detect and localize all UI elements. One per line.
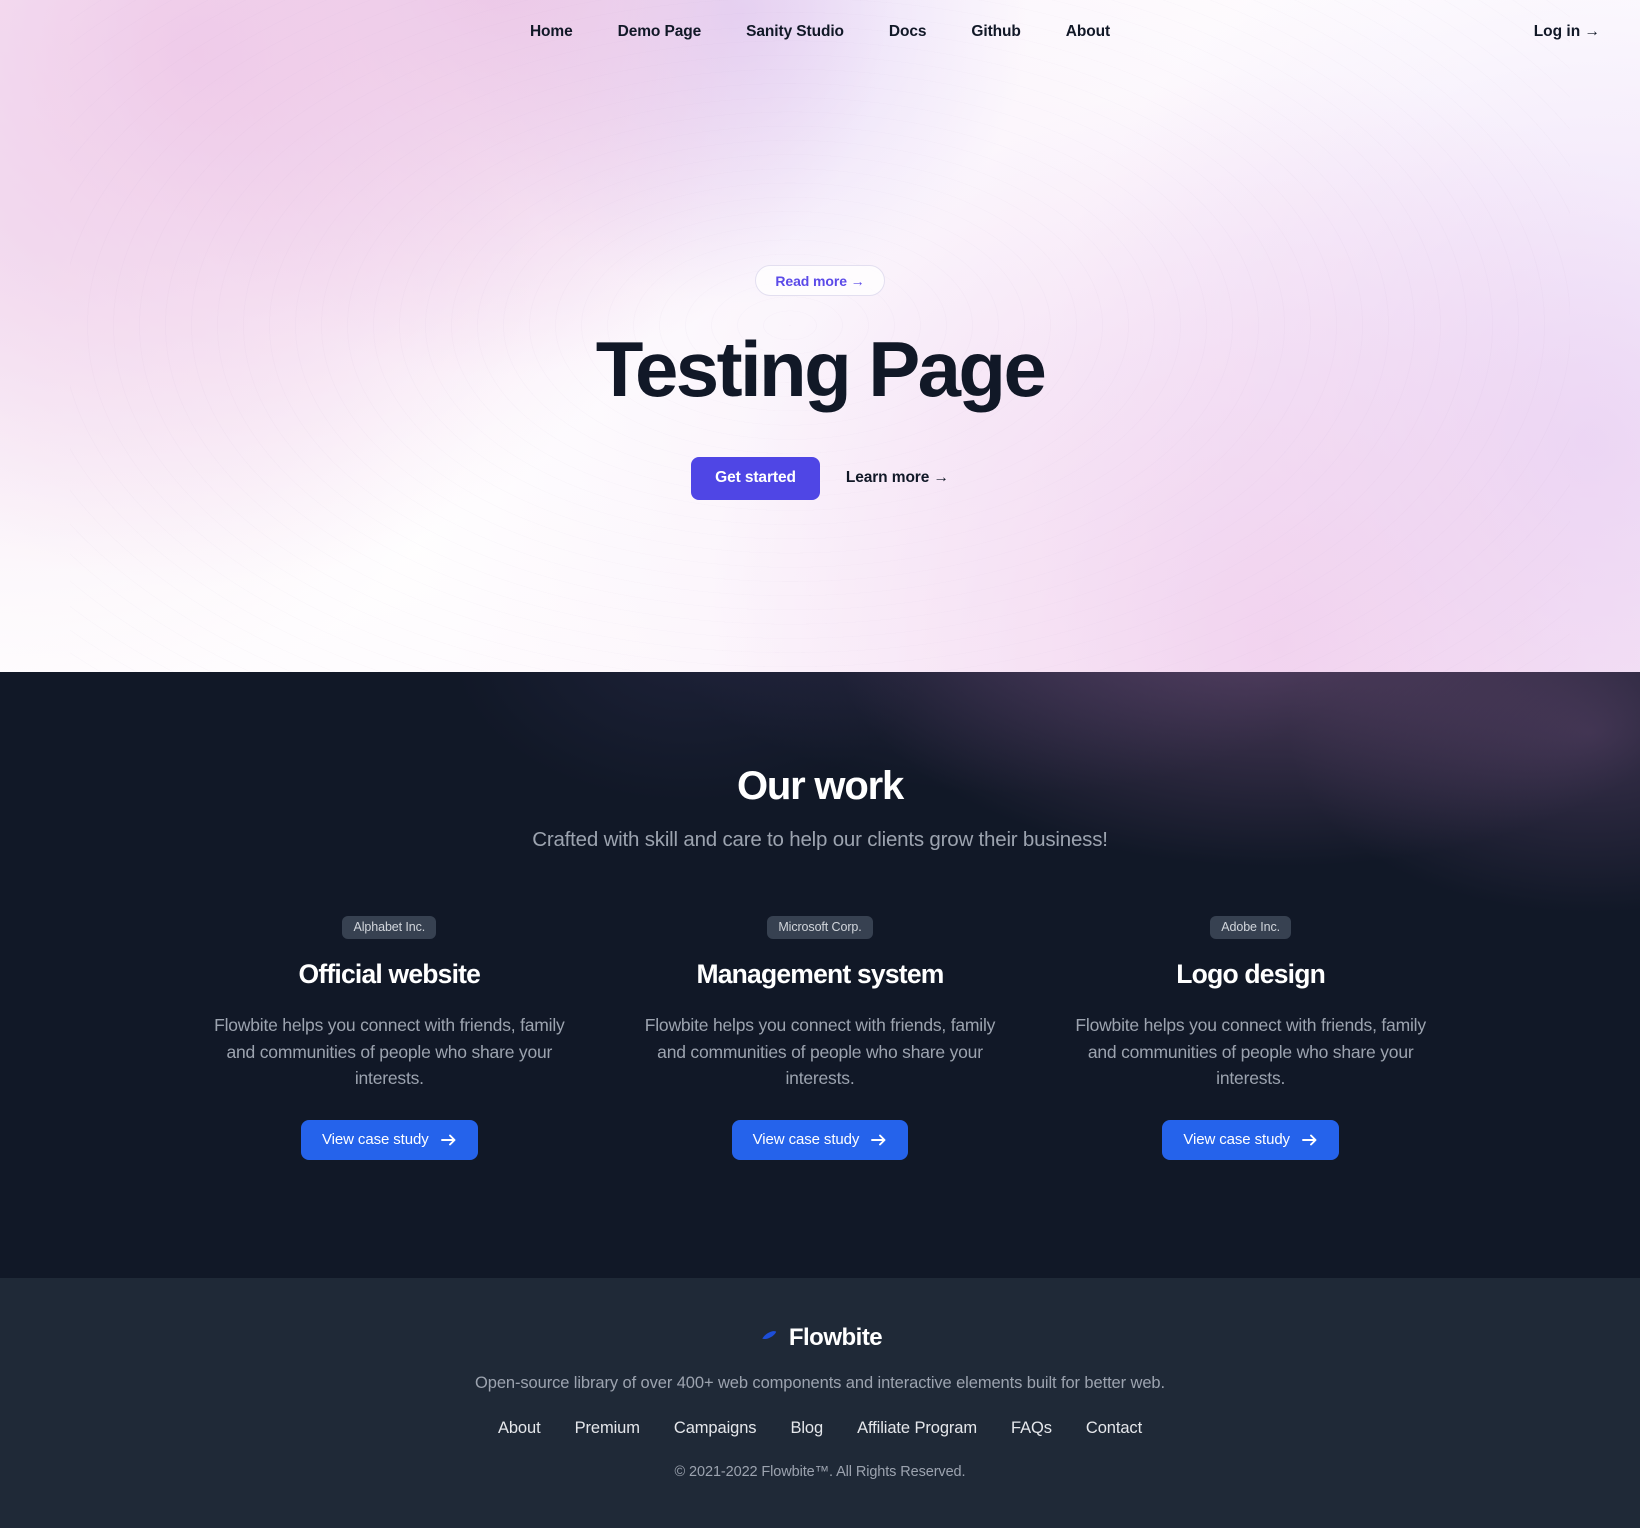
nav-item-docs[interactable]: Docs (889, 23, 927, 41)
footer-tagline: Open-source library of over 400+ web com… (475, 1373, 1165, 1392)
nav-links-list: Home Demo Page Sanity Studio Docs Github… (530, 23, 1110, 41)
view-case-study-button[interactable]: View case study (731, 1119, 909, 1160)
read-more-pill-button[interactable]: Read more → (755, 265, 885, 296)
case-study-card: Microsoft Corp. Management system Flowbi… (611, 916, 1030, 1160)
nav-link-about[interactable]: About (1066, 23, 1110, 40)
navbar-right-actions: Log in → (1534, 23, 1600, 41)
arrow-right-icon (871, 1133, 887, 1147)
main-navbar: Home Demo Page Sanity Studio Docs Github… (0, 0, 1640, 63)
nav-link-demo-page[interactable]: Demo Page (618, 23, 702, 40)
card-title: Logo design (1176, 959, 1326, 989)
nav-item-github[interactable]: Github (971, 23, 1020, 41)
view-case-study-button[interactable]: View case study (301, 1119, 478, 1160)
hero-section: Home Demo Page Sanity Studio Docs Github… (0, 0, 1640, 672)
footer-links-list: About Premium Campaigns Blog Affiliate P… (40, 1419, 1600, 1438)
footer-link-campaigns[interactable]: Campaigns (674, 1419, 757, 1437)
footer-brand-name: Flowbite (788, 1323, 883, 1351)
case-study-card: Alphabet Inc. Official website Flowbite … (180, 916, 599, 1160)
case-study-card-grid: Alphabet Inc. Official website Flowbite … (180, 916, 1460, 1160)
footer-link-premium[interactable]: Premium (575, 1419, 640, 1437)
view-case-study-label: View case study (322, 1131, 429, 1149)
nav-link-sanity-studio[interactable]: Sanity Studio (746, 23, 844, 40)
footer-item-affiliate-program[interactable]: Affiliate Program (857, 1419, 977, 1438)
footer-item-blog[interactable]: Blog (790, 1419, 823, 1438)
footer-item-premium[interactable]: Premium (575, 1419, 640, 1438)
footer-link-faqs[interactable]: FAQs (1011, 1419, 1052, 1437)
work-section-subtitle: Crafted with skill and care to help our … (532, 828, 1108, 851)
view-case-study-label: View case study (1183, 1131, 1290, 1149)
nav-item-demo-page[interactable]: Demo Page (618, 23, 702, 41)
status-badge: Adobe Inc. (1210, 916, 1292, 939)
footer-item-contact[interactable]: Contact (1086, 1419, 1142, 1438)
view-case-study-button[interactable]: View case study (1162, 1119, 1339, 1160)
footer-link-about[interactable]: About (498, 1419, 541, 1437)
page-root: Home Demo Page Sanity Studio Docs Github… (0, 0, 1640, 1528)
card-description: Flowbite helps you connect with friends,… (644, 1015, 996, 1089)
nav-link-github[interactable]: Github (971, 23, 1020, 40)
footer-item-about[interactable]: About (498, 1419, 541, 1438)
arrow-right-icon (1302, 1133, 1318, 1147)
card-description: Flowbite helps you connect with friends,… (1075, 1015, 1426, 1089)
card-title: Official website (298, 959, 481, 989)
view-case-study-label: View case study (752, 1131, 860, 1149)
case-study-card: Adobe Inc. Logo design Flowbite helps yo… (1041, 916, 1460, 1160)
login-link[interactable]: Log in → (1534, 23, 1600, 40)
card-description: Flowbite helps you connect with friends,… (214, 1015, 565, 1089)
nav-link-docs[interactable]: Docs (889, 23, 927, 40)
footer-link-contact[interactable]: Contact (1086, 1419, 1142, 1437)
site-footer: Flowbite Open-source library of over 400… (0, 1277, 1640, 1528)
nav-item-home[interactable]: Home (530, 23, 573, 41)
status-badge: Alphabet Inc. (342, 916, 437, 939)
footer-item-campaigns[interactable]: Campaigns (674, 1419, 757, 1438)
hero-cta-group: Get started Learn more → (0, 456, 1640, 500)
status-badge: Microsoft Corp. (767, 916, 873, 939)
page-title: Testing Page (595, 325, 1047, 413)
our-work-section: Our work Crafted with skill and care to … (0, 672, 1640, 1278)
footer-link-blog[interactable]: Blog (790, 1419, 823, 1437)
footer-brand-link[interactable]: Flowbite (758, 1323, 883, 1352)
hero-content: Read more → Testing Page Get started Lea… (0, 63, 1640, 500)
footer-link-affiliate-program[interactable]: Affiliate Program (857, 1419, 977, 1437)
learn-more-link[interactable]: Learn more → (846, 469, 949, 487)
work-section-title: Our work (737, 764, 904, 808)
arrow-right-icon (440, 1133, 457, 1147)
nav-link-home[interactable]: Home (530, 23, 573, 40)
nav-item-about[interactable]: About (1066, 23, 1110, 41)
nav-item-sanity-studio[interactable]: Sanity Studio (746, 23, 844, 41)
get-started-button[interactable]: Get started (691, 456, 820, 500)
footer-copyright: © 2021-2022 Flowbite™. All Rights Reserv… (674, 1463, 966, 1480)
card-title: Management system (696, 959, 944, 989)
footer-item-faqs[interactable]: FAQs (1011, 1419, 1052, 1438)
flowbite-logo-icon (758, 1324, 780, 1351)
